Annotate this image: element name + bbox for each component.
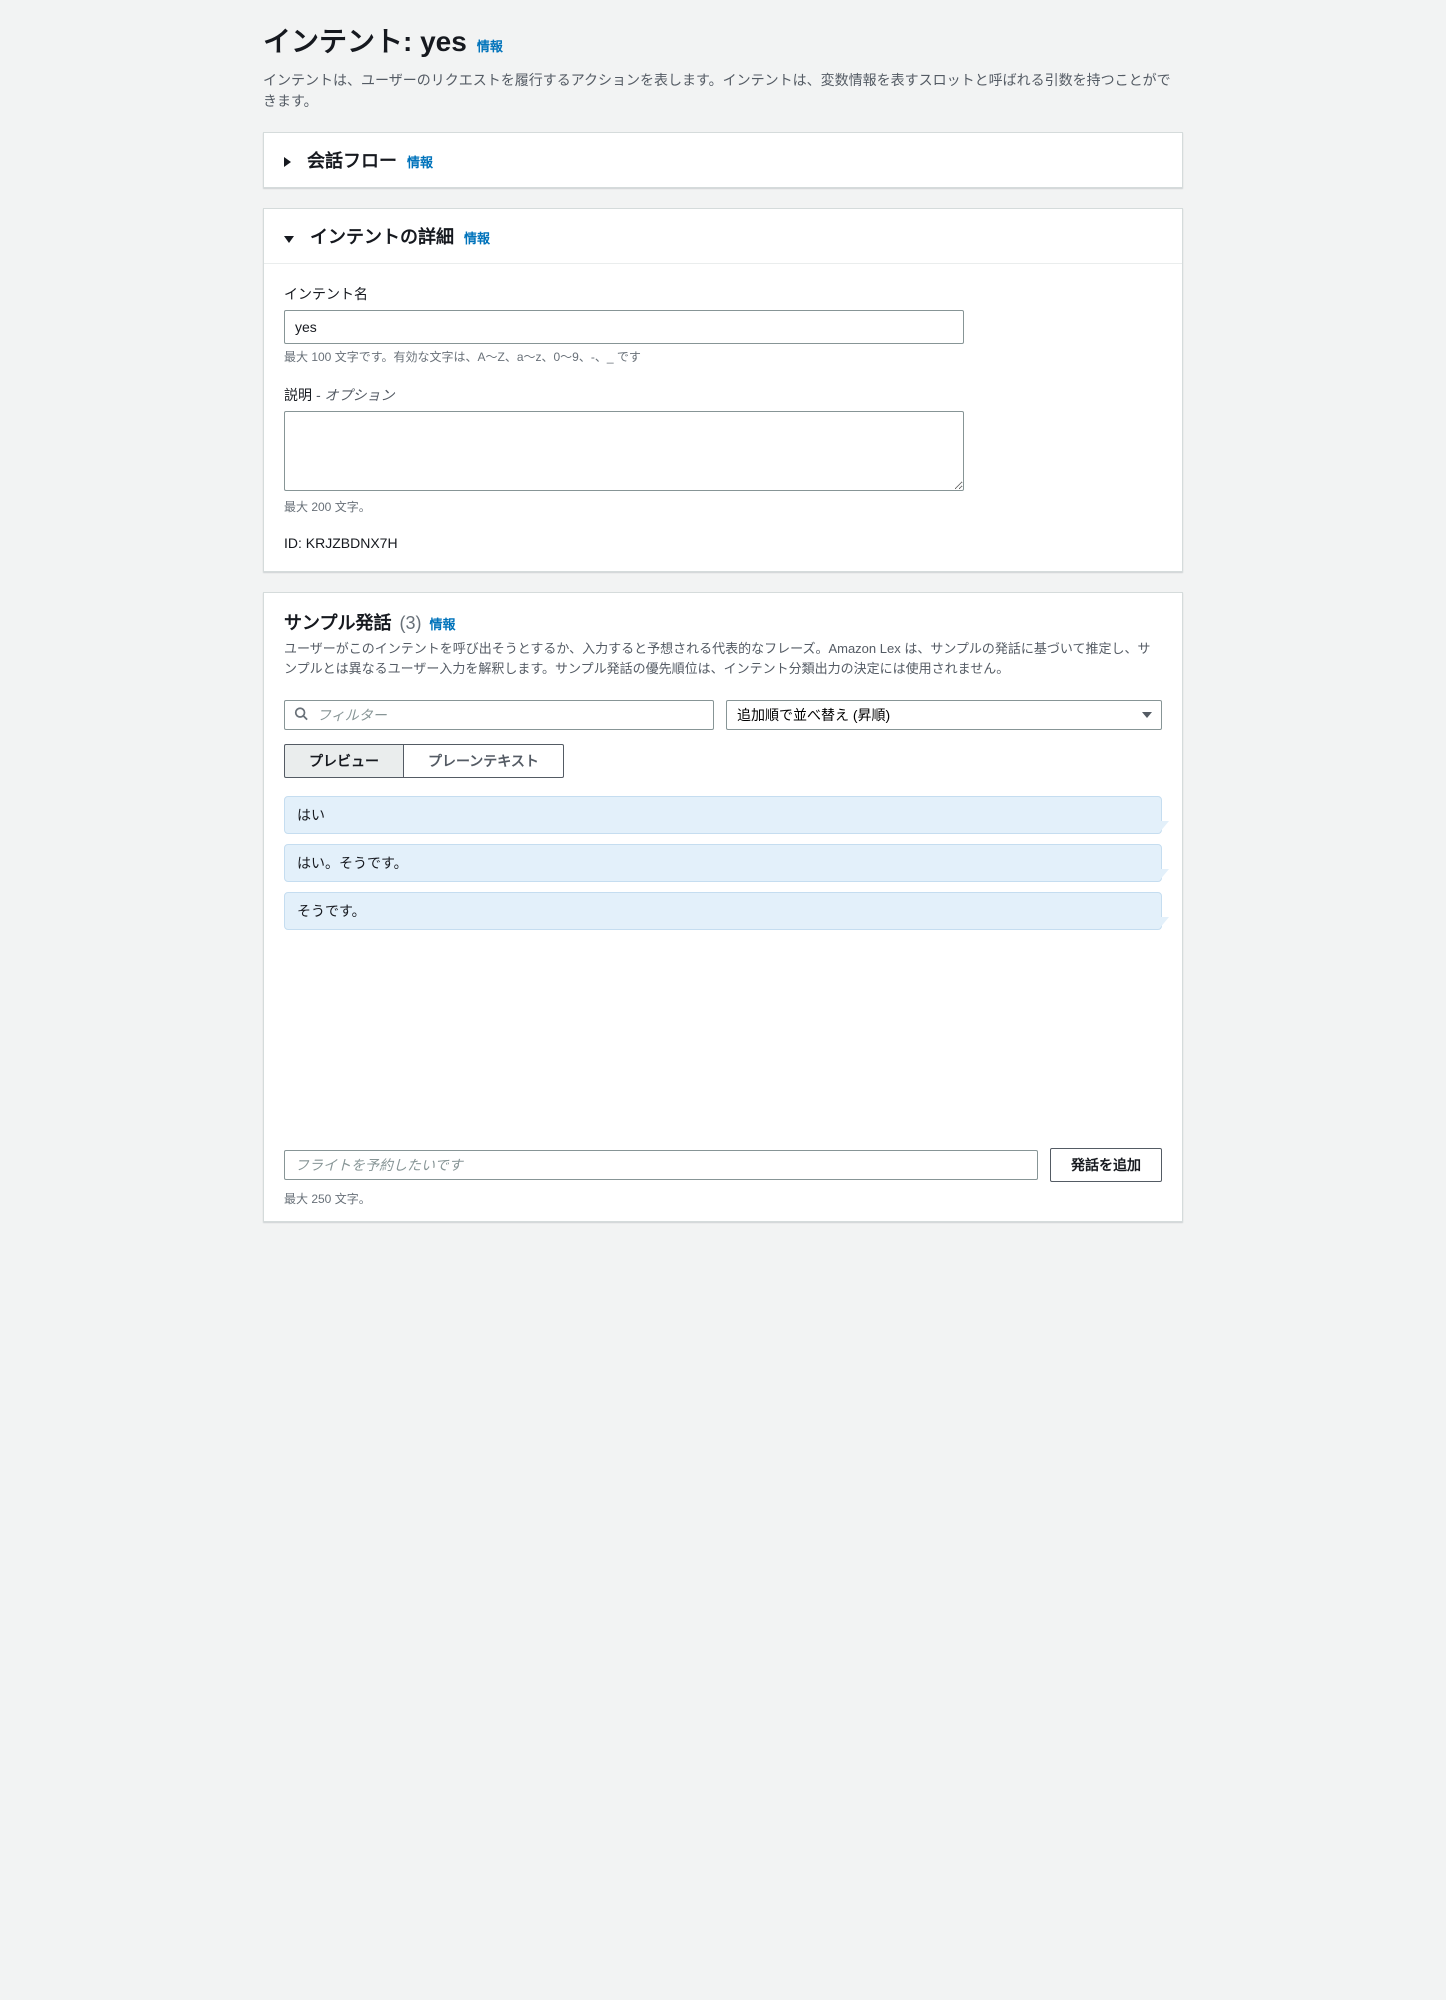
toggle-preview-button[interactable]: プレビュー bbox=[284, 744, 404, 778]
sample-utterances-description: ユーザーがこのインテントを呼び出そうとするか、入力すると予想される代表的なフレー… bbox=[284, 639, 1162, 678]
toggle-plaintext-button[interactable]: プレーンテキスト bbox=[404, 744, 564, 778]
add-utterance-button[interactable]: 発話を追加 bbox=[1050, 1148, 1162, 1182]
utterance-item[interactable]: はい bbox=[284, 796, 1162, 834]
panel-header-conversation-flow[interactable]: 会話フロー 情報 bbox=[264, 133, 1182, 187]
chevron-down-icon bbox=[284, 236, 294, 243]
sample-utterances-header: サンプル発話 (3) 情報 ユーザーがこのインテントを呼び出そうとするか、入力す… bbox=[264, 593, 1182, 686]
filter-row: 追加順で並べ替え (昇順) bbox=[264, 686, 1182, 730]
chevron-right-icon bbox=[284, 157, 291, 167]
intent-id-display: ID: KRJZBDNX7H bbox=[284, 535, 1162, 551]
intent-name-label: インテント名 bbox=[284, 284, 1162, 304]
info-link-sample-utterances[interactable]: 情報 bbox=[429, 614, 455, 633]
search-icon bbox=[294, 707, 308, 724]
description-textarea[interactable] bbox=[284, 411, 964, 491]
add-utterance-row: 発話を追加 bbox=[264, 1138, 1182, 1186]
panel-title-conversation-flow: 会話フロー bbox=[307, 147, 397, 173]
panel-intent-details: インテントの詳細 情報 インテント名 最大 100 文字です。有効な文字は、A〜… bbox=[263, 208, 1183, 572]
sort-select[interactable]: 追加順で並べ替え (昇順) bbox=[726, 700, 1162, 730]
view-toggle-row: プレビュー プレーンテキスト bbox=[264, 730, 1182, 778]
add-utterance-hint: 最大 250 文字。 bbox=[284, 1190, 1162, 1207]
panel-conversation-flow: 会話フロー 情報 bbox=[263, 132, 1183, 188]
form-group-intent-name: インテント名 最大 100 文字です。有効な文字は、A〜Z、a〜z、0〜9、-、… bbox=[284, 284, 1162, 365]
utterance-item[interactable]: はい。そうです。 bbox=[284, 844, 1162, 882]
info-link-intent-details[interactable]: 情報 bbox=[464, 228, 490, 247]
description-hint: 最大 200 文字。 bbox=[284, 498, 1162, 515]
sample-utterances-title: サンプル発話 bbox=[284, 609, 391, 635]
page-title: インテント: yes bbox=[263, 20, 467, 60]
utterance-list: はい はい。そうです。 そうです。 bbox=[264, 778, 1182, 1138]
panel-header-intent-details[interactable]: インテントの詳細 情報 bbox=[264, 209, 1182, 264]
intent-name-hint: 最大 100 文字です。有効な文字は、A〜Z、a〜z、0〜9、-、_ です bbox=[284, 348, 1162, 365]
form-group-description: 説明 - オプション 最大 200 文字。 bbox=[284, 385, 1162, 515]
intent-name-input[interactable] bbox=[284, 310, 964, 344]
utterance-item[interactable]: そうです。 bbox=[284, 892, 1162, 930]
add-utterance-input[interactable] bbox=[284, 1150, 1038, 1180]
panel-title-intent-details: インテントの詳細 bbox=[310, 223, 454, 249]
page-description: インテントは、ユーザーのリクエストを履行するアクションを表します。インテントは、… bbox=[263, 70, 1183, 112]
info-link-page[interactable]: 情報 bbox=[477, 36, 503, 55]
filter-input[interactable] bbox=[284, 700, 714, 730]
panel-sample-utterances: サンプル発話 (3) 情報 ユーザーがこのインテントを呼び出そうとするか、入力す… bbox=[263, 592, 1183, 1222]
info-link-conversation-flow[interactable]: 情報 bbox=[407, 152, 433, 171]
page-heading: インテント: yes 情報 bbox=[263, 20, 1183, 60]
description-label: 説明 - オプション bbox=[284, 385, 1162, 405]
sample-utterances-count: (3) bbox=[399, 613, 421, 634]
